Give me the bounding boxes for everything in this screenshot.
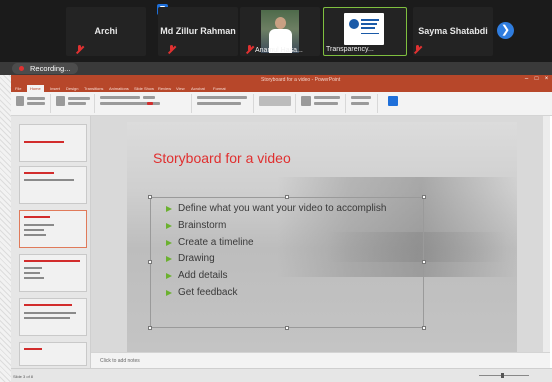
transparency-logo <box>344 13 384 45</box>
slide-thumbnail[interactable] <box>19 298 87 336</box>
participant-name: Sayma Shatabdi <box>418 26 488 36</box>
participant-tile-anamul[interactable]: Anamul Hasa... <box>240 7 320 56</box>
recording-bar: Recording... <box>0 62 552 75</box>
participant-tile-transparency[interactable]: Transparency... <box>323 7 407 56</box>
tab-acrobat[interactable]: Acrobat <box>191 86 205 91</box>
ribbon-tabs: File Home Insert Design Transitions Anim… <box>11 85 552 92</box>
participant-name: Md Zillur Rahman <box>160 26 236 36</box>
font-group[interactable] <box>97 94 192 113</box>
tab-home[interactable]: Home <box>27 85 44 92</box>
minimize-icon[interactable]: – <box>523 76 530 83</box>
background-pattern <box>0 75 11 382</box>
bullet-item[interactable]: Drawing <box>166 251 386 268</box>
notes-pane[interactable]: Click to add notes <box>91 352 550 368</box>
recording-label: Recording... <box>30 64 71 73</box>
resize-handle[interactable] <box>148 195 152 199</box>
slides-group[interactable] <box>53 94 95 113</box>
arrow-bullet-icon <box>166 239 172 246</box>
bullet-item[interactable]: Brainstorm <box>166 218 386 235</box>
zoom-slider-knob[interactable] <box>501 373 504 378</box>
meeting-participant-bar: Archi Md Zillur Rahman Anamul Hasa... Tr… <box>0 0 552 62</box>
participant-name: Anamul Hasa... <box>255 47 303 54</box>
arrow-bullet-icon <box>166 273 172 280</box>
tab-insert[interactable]: Insert <box>50 86 60 91</box>
slide-thumbnail[interactable] <box>19 166 87 204</box>
mic-muted-icon <box>245 45 254 54</box>
editing-group[interactable] <box>348 94 378 113</box>
window-title: Storyboard for a video - PowerPoint <box>261 77 341 83</box>
bullet-textbox[interactable]: Define what you want your video to accom… <box>148 195 426 330</box>
maximize-icon[interactable]: □ <box>533 76 540 83</box>
tab-animations[interactable]: Animations <box>109 86 129 91</box>
bullet-item[interactable]: Create a timeline <box>166 235 386 252</box>
powerpoint-titlebar: Storyboard for a video - PowerPoint – □ … <box>11 75 552 85</box>
participant-tile-archi[interactable]: Archi <box>66 7 146 56</box>
drawing-shapes-group[interactable] <box>256 94 296 113</box>
mic-muted-icon <box>167 45 176 54</box>
participant-tile-zillur[interactable]: Md Zillur Rahman <box>158 7 238 56</box>
resize-handle[interactable] <box>285 326 289 330</box>
resize-handle[interactable] <box>148 326 152 330</box>
slide-editing-area: Storyboard for a video Define what you w… <box>91 116 550 352</box>
tab-design[interactable]: Design <box>66 86 78 91</box>
slide-counter: Slide 3 of 8 <box>13 374 34 379</box>
paragraph-group[interactable] <box>194 94 254 113</box>
slide-thumbnail[interactable] <box>19 342 87 366</box>
participant-name: Archi <box>94 26 118 36</box>
slide-title[interactable]: Storyboard for a video <box>153 150 291 166</box>
participant-tile-sayma[interactable]: Sayma Shatabdi <box>413 7 493 56</box>
close-icon[interactable]: × <box>543 76 550 83</box>
adobe-group[interactable] <box>380 94 410 113</box>
status-bar: Slide 3 of 8 <box>11 368 552 382</box>
current-slide[interactable]: Storyboard for a video Define what you w… <box>127 122 517 352</box>
arrow-bullet-icon <box>166 256 172 263</box>
next-participants-button[interactable]: ❯ <box>497 22 514 39</box>
arrow-bullet-icon <box>166 289 172 296</box>
clipboard-group[interactable] <box>13 94 51 113</box>
ribbon-toolbar <box>11 92 552 116</box>
slide-thumbnail[interactable] <box>19 254 87 292</box>
bullet-item[interactable]: Get feedback <box>166 285 386 302</box>
tab-file[interactable]: File <box>15 86 21 91</box>
tab-review[interactable]: Review <box>158 86 171 91</box>
slide-thumbnail-selected[interactable] <box>19 210 87 248</box>
recording-indicator[interactable]: Recording... <box>12 63 79 74</box>
mic-muted-icon <box>75 45 84 54</box>
arrow-bullet-icon <box>166 222 172 229</box>
bullet-list: Define what you want your video to accom… <box>166 201 386 302</box>
bullet-item[interactable]: Define what you want your video to accom… <box>166 201 386 218</box>
resize-handle[interactable] <box>422 260 426 264</box>
tab-transitions[interactable]: Transitions <box>84 86 103 91</box>
resize-handle[interactable] <box>422 326 426 330</box>
resize-handle[interactable] <box>148 260 152 264</box>
resize-handle[interactable] <box>422 195 426 199</box>
slide-thumbnail[interactable] <box>19 124 87 162</box>
tab-view[interactable]: View <box>176 86 185 91</box>
resize-handle[interactable] <box>285 195 289 199</box>
record-dot-icon <box>19 66 24 71</box>
tab-format[interactable]: Format <box>213 86 226 91</box>
vertical-scrollbar[interactable] <box>543 116 550 352</box>
zoom-slider[interactable] <box>479 375 529 376</box>
notes-placeholder: Click to add notes <box>100 358 140 364</box>
mic-muted-icon <box>413 45 422 54</box>
arrow-bullet-icon <box>166 206 172 212</box>
participant-name: Transparency... <box>326 46 374 53</box>
slide-thumbnail-pane <box>11 116 91 368</box>
bullet-item[interactable]: Add details <box>166 268 386 285</box>
tab-slide-show[interactable]: Slide Show <box>134 86 154 91</box>
arrange-group[interactable] <box>298 94 346 113</box>
